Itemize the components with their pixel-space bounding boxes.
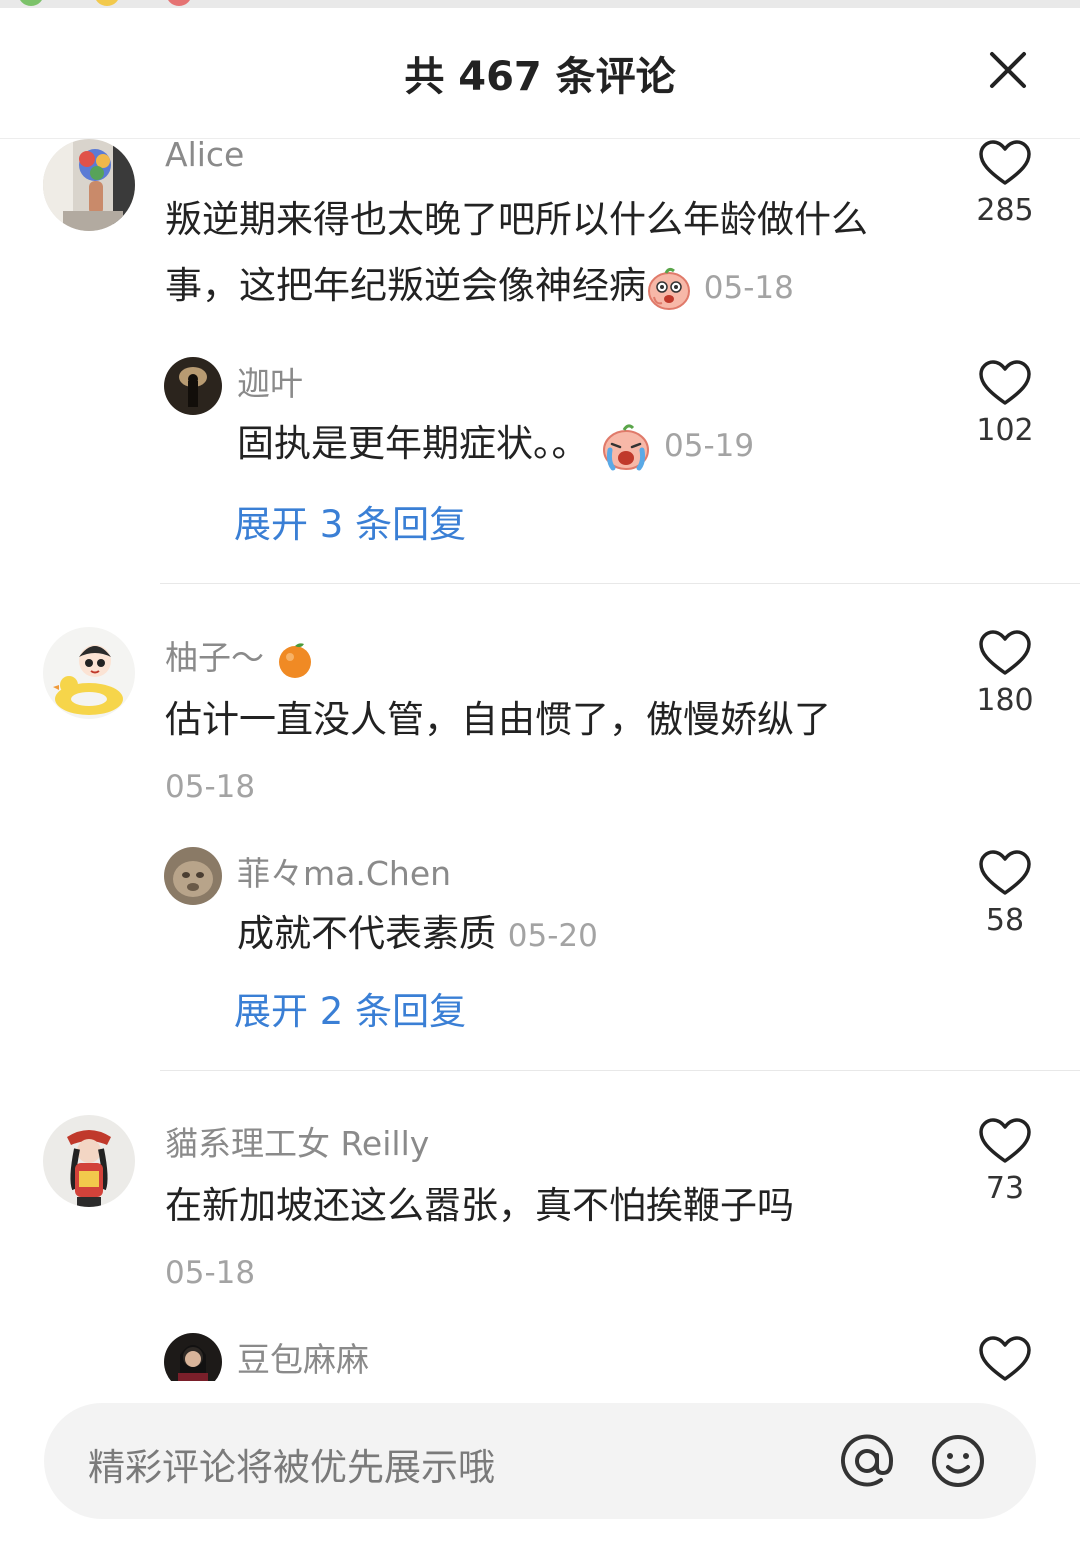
heart-outline-icon (979, 1118, 1031, 1163)
heart-outline-icon (979, 630, 1031, 675)
comment-input[interactable]: 精彩评论将被优先展示哦 (44, 1403, 1036, 1519)
reply-username[interactable]: 豆包麻麻 (237, 1333, 369, 1381)
reply-date: 05-19 (664, 428, 755, 464)
comment-date: 05-18 (165, 1255, 256, 1291)
comments-header: 共 467 条评论 (0, 8, 1080, 139)
comment-input-bar: 精彩评论将被优先展示哦 (0, 1381, 1080, 1551)
expand-replies-link[interactable]: 展开 3 条回复 (234, 494, 466, 548)
crying-face-emoji-icon (603, 423, 650, 470)
like-count: 180 (976, 683, 1034, 718)
like-count: 73 (985, 1171, 1025, 1206)
expand-replies-link[interactable]: 展开 2 条回复 (234, 981, 466, 1035)
username[interactable]: 貓系理工女 Reilly (165, 1117, 429, 1165)
like-button[interactable]: 102 (960, 359, 1050, 448)
comment-text: 在新加坡还这么嚣张，真不怕挨鞭子吗 (165, 1173, 925, 1239)
like-count: 285 (976, 193, 1034, 228)
comment-body: 估计一直没人管，自由惯了，傲慢娇纵了 (165, 698, 831, 741)
reply-username[interactable]: 迦叶 (237, 357, 303, 405)
comment-list[interactable]: Alice 叛逆期来得也太晚了吧所以什么年龄做什么事，这把年纪叛逆会像神经病 0… (0, 139, 1080, 1381)
app-icon (18, 0, 44, 6)
like-button[interactable]: 180 (960, 629, 1050, 718)
avatar[interactable] (43, 1115, 135, 1207)
username-text: 柚子～ (165, 638, 264, 677)
reply-username[interactable]: 菲々ma.Chen (237, 847, 451, 895)
close-icon[interactable] (986, 48, 1030, 92)
reply-date: 05-20 (507, 918, 598, 954)
reply-body: 固执是更年期症状。。 (237, 422, 589, 465)
divider (160, 583, 1080, 584)
comment-date: 05-18 (703, 270, 794, 306)
reply-body: 成就不代表素质 (237, 912, 496, 955)
avatar[interactable] (43, 139, 135, 231)
at-icon[interactable] (839, 1433, 895, 1489)
heart-outline-icon (979, 1336, 1031, 1381)
reply-text: 固执是更年期症状。。 05-19 (237, 411, 917, 479)
like-button[interactable] (960, 1335, 1050, 1381)
status-strip (0, 0, 1080, 8)
heart-outline-icon (979, 140, 1031, 185)
username[interactable]: Alice (165, 139, 244, 174)
comment-body: 在新加坡还这么嚣张，真不怕挨鞭子吗 (165, 1184, 794, 1227)
reply-text: 成就不代表素质 05-20 (237, 901, 917, 969)
avatar[interactable] (164, 1333, 222, 1381)
comment-input-placeholder: 精彩评论将被优先展示哦 (88, 1446, 495, 1489)
username[interactable]: 柚子～ (165, 631, 315, 680)
like-count: 58 (985, 903, 1025, 938)
app-icon (94, 0, 120, 6)
app-icon (166, 0, 192, 6)
shocked-face-emoji-icon (648, 267, 690, 310)
like-button[interactable]: 285 (960, 139, 1050, 228)
orange-emoji-icon (278, 642, 311, 678)
heart-outline-icon (979, 850, 1031, 895)
comment-text: 叛逆期来得也太晚了吧所以什么年龄做什么事，这把年纪叛逆会像神经病 05-18 (165, 187, 925, 321)
heart-outline-icon (979, 360, 1031, 405)
comment-text: 估计一直没人管，自由惯了，傲慢娇纵了 (165, 687, 925, 753)
avatar[interactable] (164, 847, 222, 905)
like-button[interactable]: 73 (960, 1117, 1050, 1206)
like-count: 102 (976, 413, 1034, 448)
divider (160, 1070, 1080, 1071)
like-button[interactable]: 58 (960, 849, 1050, 938)
avatar[interactable] (43, 627, 135, 719)
smile-icon[interactable] (930, 1433, 986, 1489)
comments-count-title: 共 467 条评论 (404, 54, 676, 100)
comment-date: 05-18 (165, 769, 256, 805)
avatar[interactable] (164, 357, 222, 415)
